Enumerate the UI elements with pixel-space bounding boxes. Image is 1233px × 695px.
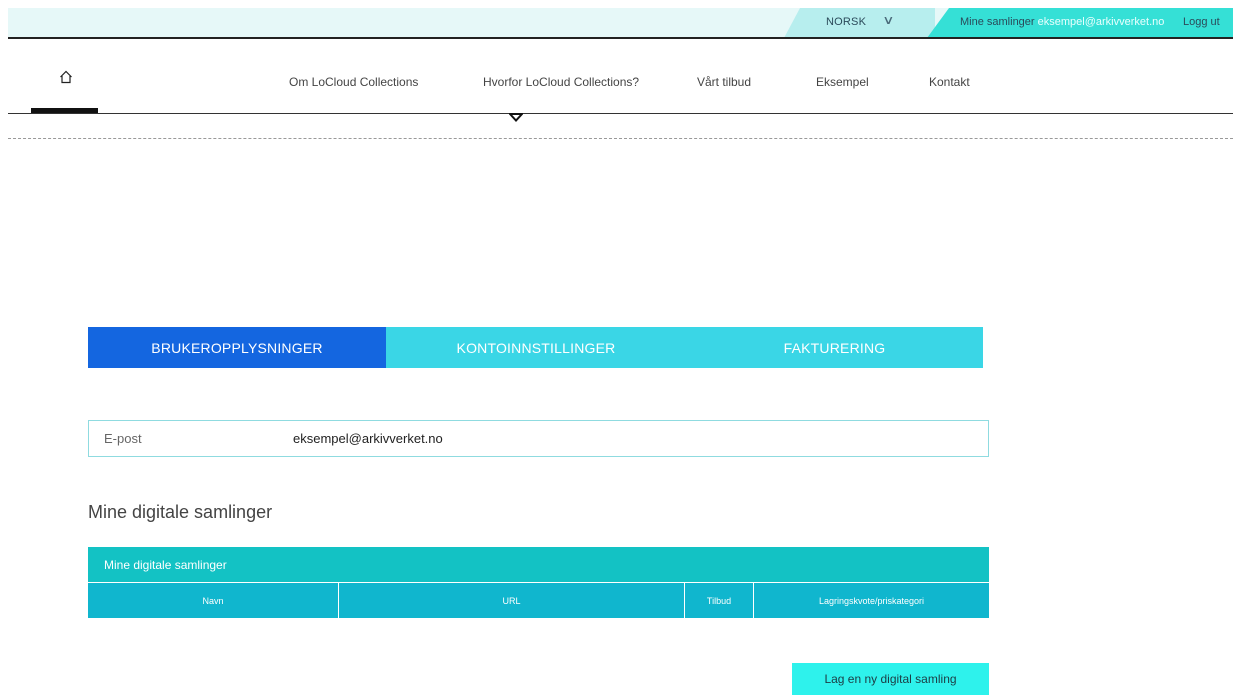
- nav-kontakt[interactable]: Kontakt: [929, 75, 970, 89]
- chevron-down-icon[interactable]: ∨: [882, 13, 894, 27]
- collections-table: Mine digitale samlinger Navn URL Tilbud …: [88, 547, 989, 618]
- tab-fakturering[interactable]: FAKTURERING: [686, 327, 983, 368]
- column-header-url[interactable]: URL: [339, 583, 685, 618]
- nav-eksempel[interactable]: Eksempel: [816, 75, 869, 89]
- my-collections-link[interactable]: Mine samlinger eksempel@arkivverket.no: [960, 16, 1164, 28]
- tab-brukeropplysninger[interactable]: BRUKEROPPLYSNINGER: [88, 327, 386, 368]
- column-header-lagringskvote[interactable]: Lagringskvote/priskategori: [754, 583, 989, 618]
- nav-vart-tilbud[interactable]: Vårt tilbud: [697, 75, 751, 89]
- language-selector[interactable]: [800, 8, 935, 38]
- email-value: eksempel@arkivverket.no: [293, 431, 443, 446]
- user-email: eksempel@arkivverket.no: [1037, 16, 1165, 28]
- email-label: E-post: [104, 431, 142, 446]
- top-bar-divider: [8, 37, 1233, 39]
- table-column-headers: Navn URL Tilbud Lagringskvote/priskatego…: [88, 583, 989, 618]
- email-row: E-post eksempel@arkivverket.no: [88, 420, 989, 457]
- my-collections-label[interactable]: Mine samlinger: [960, 16, 1035, 28]
- language-tab-edge: [784, 8, 800, 38]
- nav-om-locloud[interactable]: Om LoCloud Collections: [289, 75, 418, 89]
- account-tabs: BRUKEROPPLYSNINGER KONTOINNSTILLINGER FA…: [88, 327, 983, 368]
- language-label[interactable]: NORSK: [826, 16, 866, 28]
- column-header-tilbud[interactable]: Tilbud: [685, 583, 754, 618]
- user-tab-edge: [927, 8, 949, 38]
- logout-link[interactable]: Logg ut: [1183, 16, 1220, 28]
- dashed-separator: [8, 138, 1233, 139]
- column-header-navn[interactable]: Navn: [88, 583, 339, 618]
- new-collection-button[interactable]: Lag en ny digital samling: [792, 663, 989, 695]
- caret-down-icon: [509, 113, 523, 122]
- section-title: Mine digitale samlinger: [88, 502, 273, 522]
- nav-hvorfor-locloud[interactable]: Hvorfor LoCloud Collections?: [483, 75, 639, 89]
- nav-divider: [8, 113, 1233, 114]
- tab-kontoinnstillinger[interactable]: KONTOINNSTILLINGER: [386, 327, 686, 368]
- table-caption: Mine digitale samlinger: [104, 558, 227, 572]
- home-icon[interactable]: [59, 70, 73, 84]
- table-header: Mine digitale samlinger: [88, 547, 989, 583]
